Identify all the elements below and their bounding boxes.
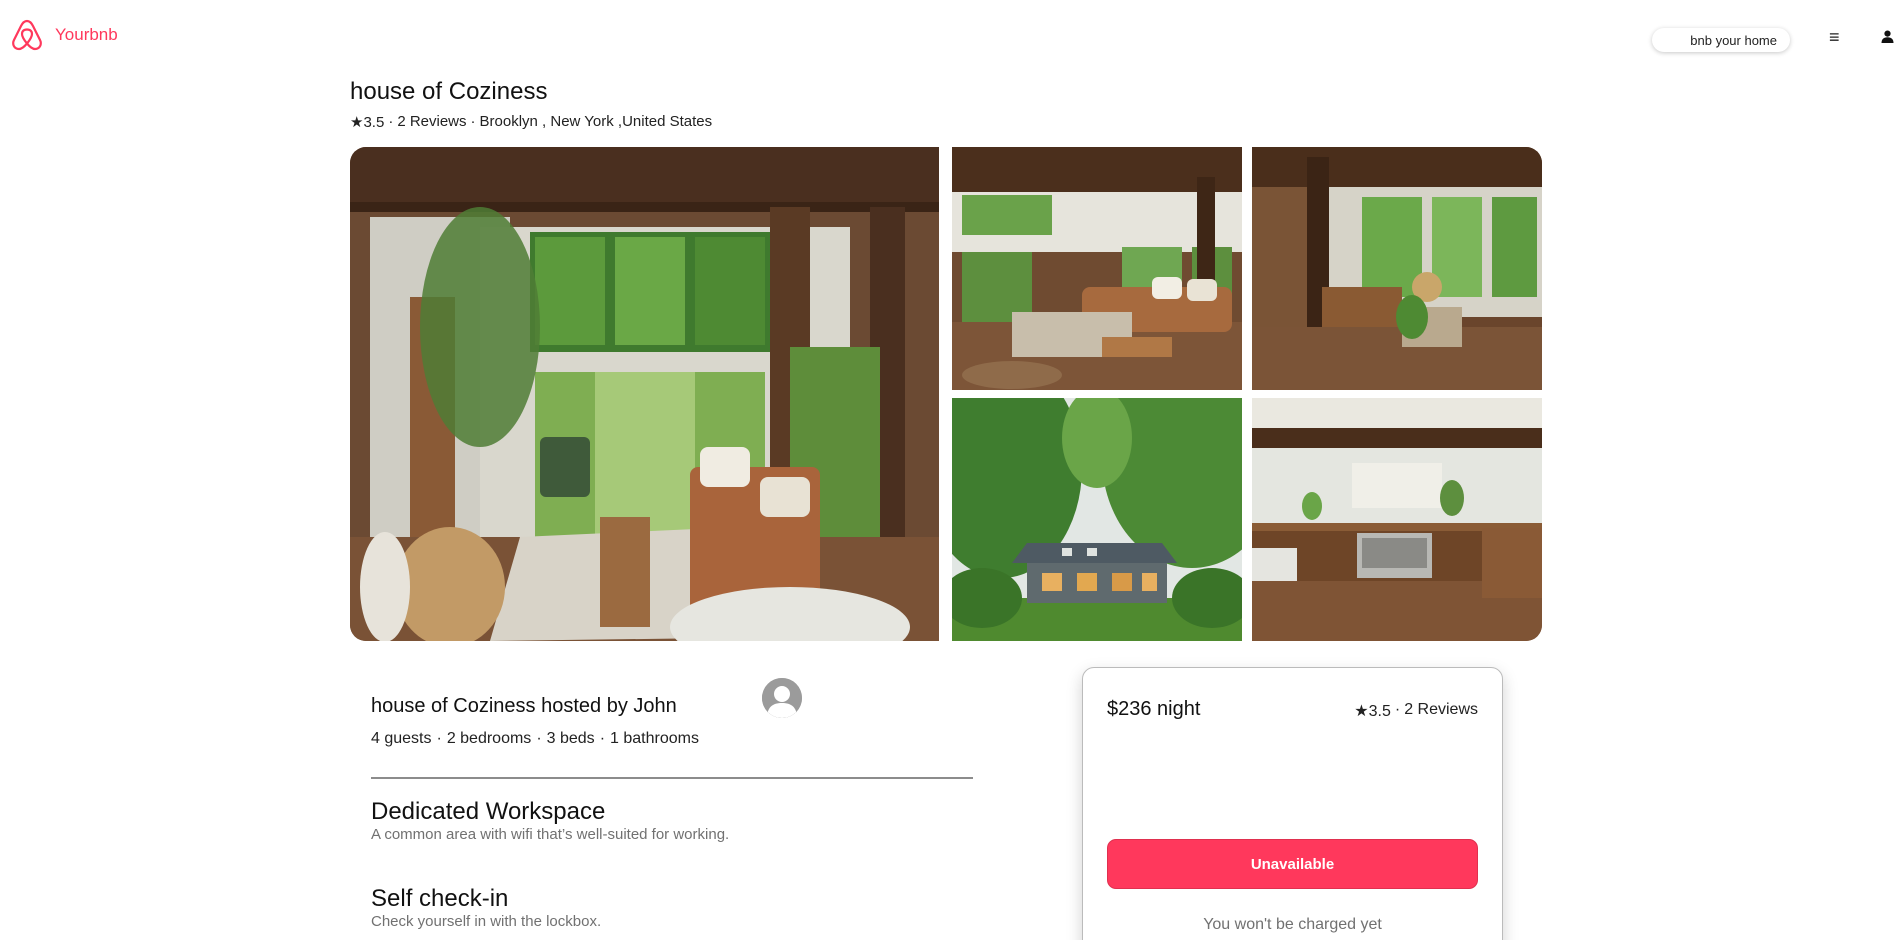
photo-gallery [350,147,1542,641]
kitchen-photo[interactable] [1252,398,1542,641]
section-divider [371,777,973,779]
nightly-price: $236 night [1107,698,1201,720]
listing-title: house of Coziness [350,78,548,105]
listing-meta: ★3.5 · 2 Reviews · Brooklyn , New York ,… [350,113,712,131]
feature-desc-self-checkin: Check yourself in with the lockbox. [371,913,602,930]
living-room-sofa-photo[interactable] [952,147,1242,390]
detail-separator: · [536,730,542,747]
brand-name: Yourbnb [55,25,118,44]
booking-rating-value: ★3.5 [1354,703,1391,720]
airbnb-logo-icon [9,17,45,53]
booking-separator: · [1394,701,1401,718]
user-icon[interactable] [1881,30,1894,48]
detail-separator: · [599,730,606,747]
host-avatar[interactable] [762,678,802,718]
feature-desc-workspace: A common area with wifi that’s well-suit… [371,826,730,843]
booking-card: $236 night ★3.5 · 2 Reviews Unavailable … [1082,667,1503,940]
meta-separator: · [470,113,476,130]
unavailable-button[interactable]: Unavailable [1107,839,1478,889]
menu-icon[interactable]: ≡ [1829,27,1840,47]
bedroom-count: 2 bedrooms [446,730,532,747]
guest-count: 4 guests [371,730,432,747]
listing-location: Brooklyn , New York ,United States [479,113,713,130]
detail-separator: · [436,730,442,747]
booking-rating: ★3.5 · 2 Reviews [1354,701,1478,721]
booking-reviews-link[interactable]: 2 Reviews [1404,701,1478,721]
top-navigation-bar: Yourbnb bnb your home ≡ [0,0,1902,60]
charge-note: You won't be charged yet [1203,916,1382,933]
listing-reviews-link[interactable]: 2 Reviews [397,113,466,131]
meta-separator: · [388,113,394,130]
bed-count: 3 beds [546,730,595,747]
house-exterior-photo[interactable] [952,398,1242,641]
host-title: house of Coziness hosted by John [371,695,677,717]
feature-title-workspace: Dedicated Workspace [371,798,606,825]
living-room-main-photo[interactable] [350,147,939,641]
brand-logo[interactable]: Yourbnb [9,17,118,53]
bnb-your-home-button[interactable]: bnb your home [1652,28,1790,52]
bathroom-count: 1 bathrooms [610,730,699,747]
feature-title-self-checkin: Self check-in [371,885,509,912]
listing-rating: ★3.5 [350,114,385,131]
listing-details: 4 guests · 2 bedrooms · 3 beds · 1 bathr… [371,730,699,748]
living-room-beams-photo[interactable] [1252,147,1542,390]
